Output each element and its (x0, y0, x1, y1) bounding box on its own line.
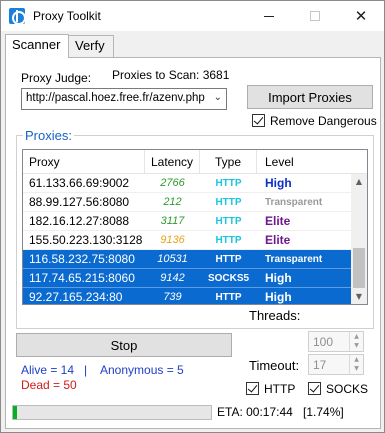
tab-scanner[interactable]: Scanner (5, 34, 69, 58)
progress-percent: [1.74%] (303, 405, 344, 419)
scroll-up-icon[interactable]: ▲ (351, 174, 367, 190)
app-globe-icon (9, 8, 25, 24)
threads-spinner[interactable]: 100 ▲ ▼ (308, 331, 364, 352)
spinner-arrows-icon[interactable]: ▲ ▼ (349, 332, 363, 351)
latency-value: 739 (163, 291, 182, 303)
proxy-address: 117.74.65.215:8060 (29, 271, 135, 285)
proxy-address: 182.16.12.27:8088 (29, 214, 130, 228)
timeout-value: 17 (313, 358, 327, 372)
remove-dangerous-checkbox[interactable] (252, 114, 265, 127)
http-label: HTTP (264, 382, 296, 396)
proxy-address: 88.99.127.56:8080 (29, 195, 130, 209)
table-row[interactable]: 117.74.65.215:8060 9142 SOCKS5 High (23, 269, 351, 288)
chevron-down-icon: ⌄ (213, 92, 222, 103)
anonymity-level: Transparent (265, 254, 323, 265)
table-row[interactable]: 88.99.127.56:8080 212 HTTP Transparent (23, 193, 351, 212)
window-title: Proxy Toolkit (33, 9, 101, 23)
dead-count: Dead = 50 (21, 378, 77, 392)
socks-checkbox[interactable] (308, 382, 321, 395)
progress-fill (13, 406, 17, 419)
proxy-address: 92.27.165.234:80 (29, 290, 123, 304)
latency-value: 3117 (160, 215, 185, 227)
scanner-panel: Proxy Judge: Proxies to Scan: 3681 http:… (5, 57, 381, 429)
proxy-rows: 61.133.66.69:9002 2766 HTTP High 88.99.1… (23, 174, 351, 304)
scroll-thumb[interactable] (353, 248, 365, 288)
threads-label: Threads: (249, 308, 301, 323)
spinner-arrows-icon[interactable]: ▲ ▼ (349, 355, 363, 374)
latency-value: 10531 (157, 253, 188, 265)
anonymity-level: Transparent (265, 197, 323, 208)
scan-progress-bar (12, 405, 212, 420)
stop-button[interactable]: Stop (16, 333, 232, 357)
proxy-list[interactable]: Proxy Latency Type Level 61.133.66.69:90… (22, 149, 368, 305)
proxy-list-header: Proxy Latency Type Level (23, 150, 367, 174)
eta-text: ETA: 00:17:44 (217, 405, 293, 419)
proxy-address: 61.133.66.69:9002 (29, 176, 130, 190)
http-checkbox[interactable] (246, 382, 259, 395)
latency-value: 212 (163, 196, 182, 208)
app-window: Proxy Toolkit ✕ Scanner Verfy Proxy Judg… (0, 0, 385, 433)
scroll-down-icon[interactable]: ▼ (351, 289, 367, 304)
threads-value: 100 (313, 335, 334, 349)
anonymity-level: Elite (265, 214, 291, 228)
table-row[interactable]: 155.50.223.130:3128 9136 HTTP Elite (23, 231, 351, 250)
timeout-label: Timeout: (249, 358, 300, 373)
anonymity-level: High (265, 290, 292, 304)
column-header-latency[interactable]: Latency (145, 150, 200, 174)
latency-value: 9142 (160, 272, 185, 284)
latency-value: 9136 (160, 234, 185, 246)
anonymity-level: Elite (265, 233, 291, 247)
minimize-icon (264, 15, 274, 17)
remove-dangerous-label: Remove Dangerous (270, 114, 377, 128)
proxy-type: HTTP (215, 178, 242, 189)
proxy-judge-label: Proxy Judge: (21, 71, 92, 85)
column-header-proxy[interactable]: Proxy (23, 150, 145, 174)
proxy-address: 116.58.232.75:8080 (29, 252, 135, 266)
close-icon: ✕ (354, 7, 368, 25)
minimize-button[interactable] (246, 1, 292, 31)
title-bar[interactable]: Proxy Toolkit ✕ (1, 1, 384, 31)
timeout-spinner[interactable]: 17 ▲ ▼ (308, 354, 364, 375)
column-header-level[interactable]: Level (257, 150, 351, 174)
table-row[interactable]: 182.16.12.27:8088 3117 HTTP Elite (23, 212, 351, 231)
proxy-type: SOCKS5 (207, 273, 250, 284)
latency-value: 2766 (160, 177, 185, 189)
proxy-address: 155.50.223.130:3128 (29, 233, 143, 247)
tab-verfy[interactable]: Verfy (68, 35, 114, 57)
proxy-type: HTTP (215, 254, 242, 265)
table-row[interactable]: 61.133.66.69:9002 2766 HTTP High (23, 174, 351, 193)
proxy-list-scrollbar[interactable]: ▲ ▼ (351, 174, 367, 304)
proxy-type: HTTP (215, 216, 242, 227)
close-button[interactable]: ✕ (338, 1, 384, 31)
proxy-type: HTTP (215, 197, 242, 208)
alive-count: Alive = 14 (21, 363, 75, 377)
column-header-type[interactable]: Type (200, 150, 257, 174)
proxy-type: HTTP (215, 292, 242, 303)
proxy-type: HTTP (215, 235, 242, 246)
proxy-judge-url: http://pascal.hoez.free.fr/azenv.php (26, 92, 205, 104)
proxy-judge-select[interactable]: http://pascal.hoez.free.fr/azenv.php ⌄ (21, 88, 227, 110)
anonymity-level: High (265, 176, 292, 190)
maximize-icon (310, 11, 320, 21)
table-row[interactable]: 116.58.232.75:8080 10531 HTTP Transparen… (23, 250, 351, 269)
anonymous-count: Anonymous = 5 (100, 363, 184, 377)
proxies-to-scan-count: Proxies to Scan: 3681 (112, 68, 230, 82)
socks-label: SOCKS (326, 382, 369, 396)
table-row[interactable]: 92.27.165.234:80 739 HTTP High (23, 288, 351, 304)
stats-separator: | (84, 363, 88, 377)
proxies-group-title: Proxies: (23, 128, 74, 143)
maximize-button[interactable] (292, 1, 338, 31)
import-proxies-button[interactable]: Import Proxies (247, 85, 373, 109)
anonymity-level: High (265, 271, 292, 285)
